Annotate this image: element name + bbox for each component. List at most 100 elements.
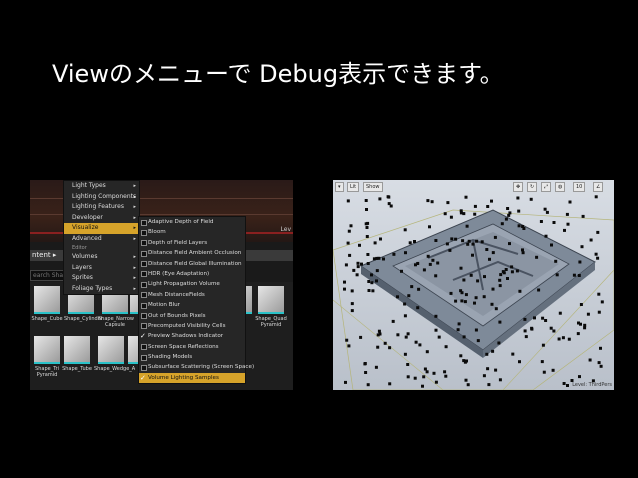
lighting-sample-dot [589, 238, 593, 242]
asset-thumbnail[interactable] [258, 286, 284, 314]
lighting-sample-dot [350, 289, 354, 293]
lighting-sample-dot [480, 240, 484, 244]
angle-snap-icon[interactable]: ∠ [593, 182, 604, 192]
visualize-menu-item[interactable]: Distance Field Ambient Occlusion [139, 248, 245, 258]
lighting-sample-dot [443, 370, 447, 374]
visualize-menu-item[interactable]: Light Propagation Volume [139, 279, 245, 289]
visualize-menu-item[interactable]: Subsurface Scattering (Screen Space) [139, 362, 254, 372]
viewport-options-button[interactable]: ▾ [335, 182, 344, 192]
checkbox-icon[interactable] [141, 261, 147, 268]
checkbox-icon[interactable] [141, 271, 147, 278]
lighting-sample-dot [387, 195, 391, 199]
checkbox-icon[interactable] [141, 240, 147, 247]
lighting-sample-dot [562, 382, 566, 385]
lighting-sample-dot [473, 204, 477, 208]
checkbox-icon[interactable] [141, 250, 147, 257]
lighting-sample-dot [471, 253, 474, 257]
lighting-sample-dot [577, 274, 581, 277]
menu-item[interactable]: Lighting Features ▸ [64, 202, 139, 213]
visualize-menu-item[interactable]: Motion Blur [139, 300, 245, 310]
visualize-menu-item[interactable]: Distance Field Global Illumination [139, 259, 245, 269]
lighting-sample-dot [508, 242, 511, 246]
lighting-sample-dot [346, 199, 350, 203]
menu-item-label: Sprites [72, 274, 93, 281]
lighting-sample-dot [360, 262, 363, 266]
lighting-sample-dot [344, 263, 348, 267]
lighting-sample-dot [367, 289, 371, 292]
checkbox-icon[interactable] [141, 313, 147, 320]
lighting-sample-dot [596, 256, 600, 260]
lighting-sample-dot [403, 352, 407, 356]
chevron-right-icon: ▸ [133, 225, 136, 231]
show-button[interactable]: Show [363, 182, 383, 192]
lighting-sample-dot [577, 321, 580, 325]
asset-thumbnail[interactable] [34, 286, 60, 314]
visualize-item-label: Volume Lighting Samples [148, 374, 219, 381]
menu-item-label: Lighting Features [72, 203, 124, 210]
lighting-sample-dot [462, 278, 466, 282]
lighting-sample-dot [517, 209, 521, 213]
visualize-menu-item[interactable]: Shading Models [139, 352, 245, 362]
checkbox-icon[interactable] [141, 229, 147, 236]
visualize-menu-item[interactable]: Out of Bounds Pixels [139, 311, 245, 321]
visualize-menu-item[interactable]: ✓ Volume Lighting Samples [139, 372, 245, 384]
visualize-menu-item[interactable]: Adaptive Depth of Field [139, 217, 245, 227]
visualize-menu-item[interactable]: Precomputed Visibility Cells [139, 321, 245, 331]
lit-button[interactable]: Lit [347, 182, 360, 192]
menu-item[interactable]: Advanced ▸ [64, 234, 139, 245]
menu-item[interactable]: Light Types ▸ [64, 181, 139, 192]
lighting-sample-dot [588, 358, 592, 362]
lighting-sample-dot [432, 371, 436, 375]
menu-item[interactable]: Volumes ▸ [64, 252, 139, 263]
visualize-menu-item[interactable]: Bloom [139, 227, 245, 237]
lighting-sample-dot [518, 289, 522, 293]
scale-tool-icon[interactable]: ⤢ [541, 182, 552, 192]
visualize-menu-item[interactable]: Screen Space Reflections [139, 342, 245, 352]
rotate-tool-icon[interactable]: ↻ [527, 182, 538, 192]
menu-item[interactable]: Layers ▸ [64, 263, 139, 274]
menu-item[interactable]: Developer ▸ [64, 213, 139, 224]
visualize-menu-item[interactable]: Depth of Field Layers [139, 238, 245, 248]
asset-thumbnail[interactable] [64, 336, 90, 364]
menu-item[interactable]: Sprites ▸ [64, 273, 139, 284]
lighting-sample-dot [352, 268, 356, 272]
lighting-sample-dot [566, 384, 569, 387]
lighting-sample-dot [493, 235, 497, 239]
visualize-menu-item[interactable]: Mesh DistanceFields [139, 290, 245, 300]
menu-item[interactable]: Foliage Types ▸ [64, 284, 139, 295]
lighting-sample-dot [474, 296, 478, 300]
asset-thumbnail[interactable] [98, 336, 124, 364]
lighting-sample-dot [565, 212, 569, 216]
asset-thumbnail[interactable] [34, 336, 60, 364]
checkbox-icon[interactable] [141, 292, 147, 299]
move-tool-icon[interactable]: ✥ [513, 182, 524, 192]
visualize-menu-item[interactable]: HDR (Eye Adaptation) [139, 269, 245, 279]
lighting-sample-dot [422, 268, 426, 272]
menu-item[interactable]: Lighting Components ▸ [64, 192, 139, 203]
lighting-sample-dot [490, 199, 493, 203]
asset-label: Shape_Cylinder [64, 316, 103, 322]
lighting-sample-dot [444, 374, 448, 378]
checkbox-icon[interactable] [141, 354, 147, 361]
checkbox-icon[interactable] [141, 323, 147, 330]
checkbox-icon[interactable] [141, 344, 147, 351]
menu-item[interactable]: Visualize ▸ [64, 223, 139, 234]
checkbox-icon[interactable] [141, 302, 147, 309]
lighting-sample-dot [375, 279, 378, 283]
lighting-sample-dot [400, 269, 403, 273]
globe-icon[interactable]: ◍ [555, 182, 566, 192]
lighting-sample-dot [563, 228, 566, 232]
lighting-sample-dot [504, 268, 508, 271]
lighting-sample-dot [344, 380, 347, 384]
lighting-sample-dot [387, 202, 391, 206]
checkbox-icon[interactable] [141, 364, 147, 371]
checkbox-icon[interactable] [141, 219, 147, 226]
lighting-sample-dot [365, 235, 369, 238]
visualize-menu-item[interactable]: ✓ Preview Shadows Indicator [139, 331, 245, 341]
lighting-sample-dot [551, 368, 555, 372]
lighting-sample-dot [539, 220, 543, 223]
checkbox-icon[interactable] [141, 281, 147, 288]
grid-snap-value[interactable]: 10 [573, 182, 586, 192]
lighting-sample-dot [421, 384, 424, 388]
chevron-right-icon: ▸ [133, 254, 136, 260]
